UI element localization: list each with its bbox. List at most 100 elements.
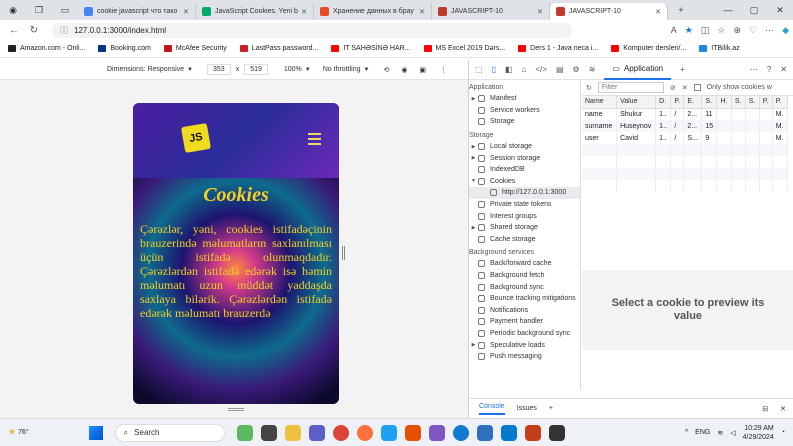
column-header[interactable]: S. (745, 96, 760, 109)
tab-issues[interactable]: Issues (517, 405, 537, 412)
url-field[interactable]: ⓘ 127.0.0.1:3000/index.html (52, 22, 572, 38)
column-header[interactable]: S. (731, 96, 746, 109)
devtools-more-icon[interactable]: ⋯ (750, 65, 758, 74)
column-header[interactable]: S. (701, 96, 718, 109)
split-screen-icon[interactable]: ◫ (701, 25, 710, 36)
column-header[interactable]: D. (655, 96, 672, 109)
width-input[interactable]: 353 (207, 64, 231, 75)
dimensions-select[interactable]: Dimensions: Responsive (107, 66, 184, 73)
elements-icon[interactable]: </> (535, 65, 547, 74)
sidebar-item[interactable]: ▶ Local storage (469, 141, 580, 153)
column-header[interactable]: Value (616, 96, 657, 109)
throttle-select[interactable]: No throttling (323, 66, 361, 73)
only-show-checkbox[interactable] (693, 84, 701, 91)
clock[interactable]: 10:29 AM 4/29/2024 (743, 424, 774, 442)
help-icon[interactable]: ? (767, 65, 771, 74)
minimize-button[interactable]: — (715, 5, 741, 16)
widgets-icon[interactable] (236, 424, 253, 441)
close-tab-icon[interactable]: ✕ (655, 8, 661, 16)
close-window-button[interactable]: ✕ (767, 5, 793, 16)
task-view-icon[interactable] (260, 424, 277, 441)
app-icon[interactable] (404, 424, 421, 441)
bookmark-item[interactable]: Booking.com (98, 45, 151, 52)
terminal-icon[interactable] (548, 424, 565, 441)
bookmark-item[interactable]: ITBilik.az (699, 45, 740, 52)
language-indicator[interactable]: ENG (695, 429, 710, 436)
favorites-icon[interactable]: ☆ (717, 25, 725, 36)
expand-arrow-icon[interactable]: ▶ (469, 96, 478, 102)
expand-arrow-icon[interactable]: ▶ (469, 342, 478, 348)
expand-arrow-icon[interactable]: ▼ (469, 178, 478, 184)
sidebar-item[interactable]: Bounce tracking mitigations (469, 293, 580, 305)
volume-icon[interactable]: ◁ (730, 429, 735, 437)
sidebar-item[interactable]: ▶ Speculative loads (469, 339, 580, 351)
read-aloud-icon[interactable]: A (671, 25, 677, 36)
dock-icon[interactable]: ◧ (505, 65, 513, 74)
browser-tab[interactable]: JavaScript Cookies. Yeni b ✕ (196, 3, 314, 20)
zoom-select[interactable]: 100% (284, 66, 302, 73)
column-header[interactable]: P. (759, 96, 773, 109)
add-tab-icon[interactable]: + (680, 65, 685, 74)
js-logo[interactable]: JS (180, 122, 212, 154)
tab-actions-icon[interactable]: ▭ (52, 5, 78, 16)
sidebar-item[interactable]: Background fetch (469, 270, 580, 282)
sensors-icon[interactable]: ◉ (401, 66, 407, 74)
tab-application[interactable]: ▭ Application (604, 60, 672, 80)
maximize-button[interactable]: ▢ (741, 5, 767, 16)
column-header[interactable]: Name (582, 96, 618, 109)
app-icon[interactable] (380, 424, 397, 441)
table-row[interactable]: surname Huseynov 1../2... 15 M. (582, 120, 789, 132)
table-row[interactable]: name Shukur 1../2... 11 M. (582, 108, 789, 120)
sidebar-item[interactable]: ▶ Shared storage (469, 222, 580, 234)
refresh-icon[interactable]: ↻ (24, 25, 44, 36)
sidebar-item[interactable]: Cache storage (469, 234, 580, 246)
filter-input[interactable] (597, 82, 664, 93)
powerpoint-icon[interactable] (524, 424, 541, 441)
notifications-icon[interactable]: ◔ (781, 429, 785, 436)
device-more-icon[interactable]: ⋮ (440, 66, 447, 74)
favorite-star-icon[interactable]: ★ (685, 25, 693, 36)
resize-handle[interactable] (342, 246, 345, 260)
close-tab-icon[interactable]: ✕ (419, 8, 425, 16)
expand-arrow-icon[interactable]: ▶ (469, 225, 478, 231)
rotate-icon[interactable]: ⟲ (383, 66, 389, 74)
sidebar-item[interactable]: Back/forward cache (469, 258, 580, 270)
sidebar-item[interactable]: Payment handler (469, 316, 580, 328)
bookmark-item[interactable]: Komputer dersleri/... (611, 45, 686, 52)
bookmark-item[interactable]: Ders 1 - Java neca i... (518, 45, 598, 52)
sidebar-item[interactable]: Interest groups (469, 210, 580, 222)
bookmark-item[interactable]: IT SAHƏSİNƏ HAR... (331, 45, 411, 52)
close-tab-icon[interactable]: ✕ (301, 8, 307, 16)
device-toggle-icon[interactable]: ▯ (492, 65, 496, 74)
store-icon[interactable] (476, 424, 493, 441)
copilot-icon[interactable]: ◆ (782, 25, 789, 36)
sources-icon[interactable]: ⚙ (573, 65, 580, 74)
bookmark-item[interactable]: McAfee Security (163, 45, 227, 52)
clear-filtered-icon[interactable]: ⊘ (670, 84, 676, 92)
wifi-icon[interactable]: ≋ (717, 429, 723, 437)
vscode-icon[interactable] (500, 424, 517, 441)
new-tab-button[interactable]: + (668, 5, 694, 15)
profile-icon[interactable]: ◉ (0, 5, 26, 16)
dock-drawer-icon[interactable]: ⊟ (762, 405, 768, 413)
browser-tab[interactable]: cookie javascript что тако ✕ (78, 3, 196, 20)
column-header[interactable]: H. (716, 96, 732, 109)
browser-tab[interactable]: JAVASCRIPT-10 ✕ (550, 3, 668, 20)
welcome-icon[interactable]: ⌂ (522, 65, 527, 74)
browser-tab[interactable]: Хранение данных в брау ✕ (314, 3, 432, 20)
bookmark-item[interactable]: MS Excel 2019 Dərs... (423, 45, 505, 52)
close-drawer-icon[interactable]: ✕ (780, 405, 786, 413)
column-header[interactable]: E. (683, 96, 703, 109)
sidebar-item[interactable]: Storage (469, 116, 580, 128)
add-drawer-tab-icon[interactable]: + (549, 405, 553, 412)
sidebar-item[interactable]: ▼ Cookies (469, 176, 580, 188)
bookmark-item[interactable]: Amazon.com - Onli... (8, 45, 85, 52)
browser-tab[interactable]: JAVASCRIPT-10 ✕ (432, 3, 550, 20)
inspect-icon[interactable]: ⬚ (475, 65, 483, 74)
close-devtools-icon[interactable]: ✕ (780, 65, 787, 74)
expand-arrow-icon[interactable]: ▶ (469, 144, 478, 150)
sidebar-item[interactable]: ▶ Session storage (469, 152, 580, 164)
bottom-resize-handle[interactable] (228, 408, 244, 411)
sidebar-item[interactable]: IndexedDB (469, 164, 580, 176)
height-input[interactable]: 519 (244, 64, 268, 75)
